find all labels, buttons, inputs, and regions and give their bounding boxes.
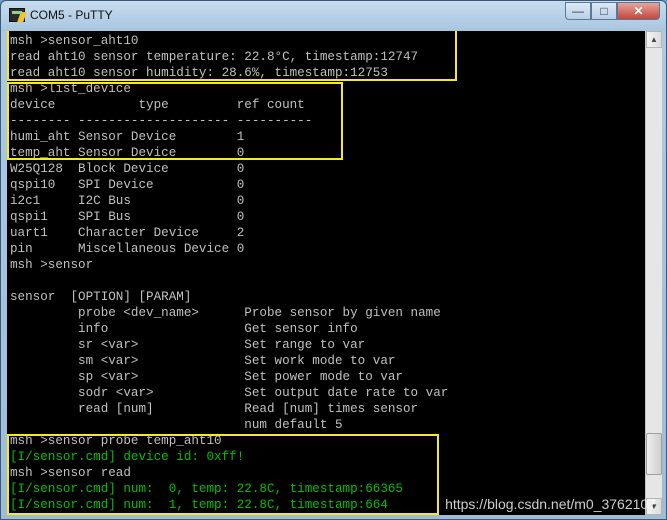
vertical-scrollbar[interactable]: ▲ ▼ <box>645 31 662 515</box>
terminal-line: i2c1 I2C Bus 0 <box>10 194 245 208</box>
putty-window: COM5 - PuTTY — □ ✕ msh >sensor_aht10read… <box>0 0 667 520</box>
maximize-button[interactable]: □ <box>591 2 617 20</box>
terminal-line: num default 5 <box>10 418 343 432</box>
title-bar[interactable]: COM5 - PuTTY — □ ✕ <box>1 1 666 31</box>
scroll-up-arrow-icon[interactable]: ▲ <box>646 31 662 48</box>
terminal-line: -------- -------------------- ---------- <box>10 114 313 128</box>
terminal-line: sm <var> Set work mode to var <box>10 354 396 368</box>
terminal-line: sr <var> Set range to var <box>10 338 366 352</box>
terminal-line: msh >list_device <box>10 82 131 96</box>
terminal-line: [I/sensor.cmd] num: 0, temp: 22.8C, time… <box>10 482 403 496</box>
watermark-text: https://blog.csdn.net/m0_3762107 <box>445 496 656 512</box>
terminal-line: pin Miscellaneous Device 0 <box>10 242 245 256</box>
terminal-line: uart1 Character Device 2 <box>10 226 245 240</box>
window-controls: — □ ✕ <box>565 2 660 20</box>
close-button[interactable]: ✕ <box>617 2 660 20</box>
terminal-line: msh >sensor <box>10 258 94 272</box>
minimize-button[interactable]: — <box>565 2 591 20</box>
terminal-lines: msh >sensor_aht10read aht10 sensor tempe… <box>10 33 448 513</box>
scrollbar-thumb[interactable] <box>646 433 662 475</box>
terminal-output[interactable]: msh >sensor_aht10read aht10 sensor tempe… <box>7 31 645 515</box>
terminal-line: info Get sensor info <box>10 322 358 336</box>
terminal-line: msh >sensor probe temp_aht10 <box>10 434 222 448</box>
terminal-line: read aht10 sensor temperature: 22.8°C, t… <box>10 50 419 64</box>
terminal-line: read aht10 sensor humidity: 28.6%, times… <box>10 66 388 80</box>
terminal-line: temp_aht Sensor Device 0 <box>10 146 245 160</box>
terminal-line: sensor [OPTION] [PARAM] <box>10 290 192 304</box>
terminal-line: sodr <var> Set output date rate to var <box>10 386 449 400</box>
terminal-line: device type ref count <box>10 98 305 112</box>
terminal-line: sp <var> Set power mode to var <box>10 370 403 384</box>
terminal-line: qspi1 SPI Bus 0 <box>10 210 245 224</box>
terminal-line: [I/sensor.cmd] device id: 0xff! <box>10 450 245 464</box>
terminal-line: qspi10 SPI Device 0 <box>10 178 245 192</box>
window-title: COM5 - PuTTY <box>30 8 113 22</box>
terminal-line: humi_aht Sensor Device 1 <box>10 130 245 144</box>
terminal-line: read [num] Read [num] times sensor <box>10 402 419 416</box>
terminal-line: [I/sensor.cmd] num: 1, temp: 22.8C, time… <box>10 498 388 512</box>
terminal-line: msh >sensor read <box>10 466 131 480</box>
terminal-line: W25Q128 Block Device 0 <box>10 162 245 176</box>
putty-app-icon[interactable] <box>9 8 27 22</box>
terminal-line: msh >sensor_aht10 <box>10 34 139 48</box>
terminal-line: probe <dev_name> Probe sensor by given n… <box>10 306 441 320</box>
